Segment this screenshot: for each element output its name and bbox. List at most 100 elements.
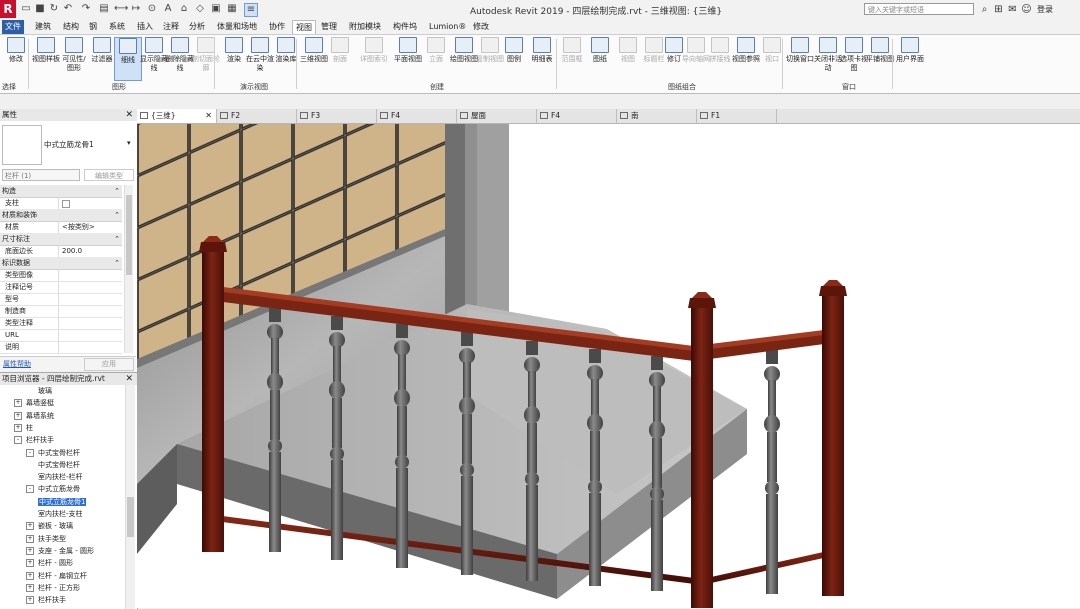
tag-icon[interactable]: ⊙	[146, 3, 158, 15]
tab-0[interactable]: 文件	[2, 20, 24, 34]
browser-item[interactable]: + 栏杆 - 扁钢立杆	[26, 570, 87, 582]
view-tab-6[interactable]: 南	[617, 109, 697, 123]
browser-item[interactable]: 室内扶栏-支柱	[38, 508, 83, 520]
ribbon-button-4[interactable]: 细线	[114, 37, 142, 81]
thin-lines-icon[interactable]: ≡	[244, 3, 258, 17]
ribbon-button-16[interactable]: 绘图视图	[450, 37, 478, 81]
tab-8[interactable]: 体量和场地	[214, 20, 260, 34]
tab-11[interactable]: 管理	[318, 20, 340, 34]
browser-item[interactable]: 室内扶栏-栏杆	[38, 471, 83, 483]
subscription-icon[interactable]: ⊞	[992, 3, 1005, 16]
switch-windows-icon[interactable]: ▦	[226, 3, 238, 15]
sync-icon[interactable]: ↻	[48, 3, 60, 15]
print-icon[interactable]: ▤	[98, 3, 110, 15]
properties-scrollbar[interactable]	[124, 185, 133, 353]
ribbon-button-14[interactable]: 平面视图	[394, 37, 422, 81]
browser-item[interactable]: - 栏杆扶手	[14, 434, 54, 446]
tab-9[interactable]: 协作	[266, 20, 288, 34]
expand-icon[interactable]: +	[26, 559, 34, 568]
edit-type-button[interactable]: 编辑类型	[84, 169, 134, 181]
browser-scrollbar[interactable]	[125, 385, 135, 609]
view-tab-0[interactable]: {三维} ✕	[137, 109, 217, 123]
tab-3[interactable]: 钢	[86, 20, 100, 34]
close-icon[interactable]: ✕	[125, 109, 133, 121]
close-icon[interactable]: ✕	[205, 109, 212, 123]
browser-item[interactable]: 中式宝骨栏杆	[38, 459, 80, 471]
ribbon-button-33[interactable]: 用户界面	[896, 37, 924, 81]
revit-logo-icon[interactable]: R	[0, 0, 16, 18]
expand-icon[interactable]: +	[14, 399, 22, 408]
section-icon[interactable]: ◇	[194, 3, 206, 15]
ribbon-button-13[interactable]: 详图索引	[360, 37, 388, 81]
expand-icon[interactable]: +	[26, 583, 34, 592]
tab-13[interactable]: 构件坞	[390, 20, 420, 34]
tab-10[interactable]: 视图	[292, 20, 316, 34]
3d-scene[interactable]	[137, 124, 1080, 608]
ribbon-button-7[interactable]: 剖切面轮廓	[192, 37, 220, 81]
ribbon-button-20[interactable]: 范围框	[558, 37, 586, 81]
ribbon-button-30[interactable]: 关闭非活动	[814, 37, 842, 81]
view-tab-4[interactable]: 屋面	[457, 109, 537, 123]
open-icon[interactable]: ▭	[20, 3, 32, 15]
ribbon-button-18[interactable]: 图例	[500, 37, 528, 81]
save-icon[interactable]: ■	[34, 3, 46, 15]
material-value[interactable]: <按类别>	[58, 221, 118, 233]
tab-2[interactable]: 结构	[60, 20, 82, 34]
tab-5[interactable]: 插入	[134, 20, 156, 34]
tab-6[interactable]: 注释	[160, 20, 182, 34]
ribbon-button-5[interactable]: 显示隐藏线	[140, 37, 168, 81]
tab-14[interactable]: Lumion®	[426, 20, 469, 34]
ribbon-button-3[interactable]: 过滤器	[88, 37, 116, 81]
3d-view-icon[interactable]: ⌂	[178, 3, 190, 15]
ribbon-button-1[interactable]: 视图样板	[32, 37, 60, 81]
ribbon-button-19[interactable]: 明细表	[528, 37, 556, 81]
view-tab-5[interactable]: F4	[537, 109, 617, 123]
instance-selector[interactable]: 栏杆 (1)	[2, 169, 80, 181]
browser-item[interactable]: + 扶手类型	[26, 533, 66, 545]
properties-help-link[interactable]: 属性帮助	[3, 359, 31, 369]
ribbon-button-29[interactable]: 切换窗口	[786, 37, 814, 81]
browser-item[interactable]: + 栏杆 - 圆形	[26, 557, 73, 569]
view-tab-2[interactable]: F3	[297, 109, 377, 123]
tab-1[interactable]: 建筑	[32, 20, 54, 34]
browser-item[interactable]: - 中式宝骨栏杆	[26, 447, 80, 459]
tab-4[interactable]: 系统	[106, 20, 128, 34]
expand-icon[interactable]: +	[26, 522, 34, 531]
collapse-icon[interactable]: -	[26, 448, 34, 457]
ribbon-button-2[interactable]: 可见性/图形	[60, 37, 88, 81]
measure-icon[interactable]: ⟷	[114, 3, 128, 15]
browser-item[interactable]: 玻璃	[38, 385, 52, 397]
ribbon-button-31[interactable]: 选项卡视图	[840, 37, 868, 81]
ribbon-button-12[interactable]: 剖面	[326, 37, 354, 81]
ribbon-button-8[interactable]: 渲染	[220, 37, 248, 81]
type-dropdown-icon[interactable]: ▾	[127, 139, 131, 147]
expand-icon[interactable]: +	[14, 411, 22, 420]
search-input[interactable]: 键入关键字或短语	[864, 3, 974, 15]
view-tab-1[interactable]: F2	[217, 109, 297, 123]
ribbon-button-26[interactable]: 拼接线	[706, 37, 734, 81]
browser-item[interactable]: + 栏杆 - 正方形	[26, 582, 80, 594]
login-button[interactable]: 登录	[1037, 4, 1053, 15]
dimension-icon[interactable]: ↦	[130, 3, 142, 15]
view-tab-7[interactable]: F1	[697, 109, 777, 123]
browser-item[interactable]: + 幕墙竖梃	[14, 397, 54, 409]
3d-viewport[interactable]	[137, 124, 1080, 608]
close-icon[interactable]: ✕	[125, 373, 133, 385]
expand-icon[interactable]: +	[26, 546, 34, 555]
communication-icon[interactable]: ✉	[1006, 3, 1019, 16]
binoculars-icon[interactable]: ⌕	[978, 3, 991, 16]
ribbon-button-6[interactable]: 删除隐藏线	[166, 37, 194, 81]
collapse-icon[interactable]: -	[26, 485, 34, 494]
browser-item[interactable]: + 幕墙系统	[14, 410, 54, 422]
ribbon-button-22[interactable]: 视图	[614, 37, 642, 81]
browser-item[interactable]: 中式立筋龙骨1	[38, 496, 87, 508]
undo-icon[interactable]: ↶	[62, 3, 74, 15]
tab-7[interactable]: 分析	[186, 20, 208, 34]
close-hidden-icon[interactable]: ▣	[210, 3, 222, 15]
ribbon-button-11[interactable]: 三维视图	[300, 37, 328, 81]
base-offset-value[interactable]: 200.0	[58, 245, 118, 257]
browser-item[interactable]: + 嵌板 - 玻璃	[26, 520, 73, 532]
expand-icon[interactable]: +	[26, 596, 34, 605]
collapse-icon[interactable]: -	[14, 436, 22, 445]
browser-item[interactable]: + 柱	[14, 422, 33, 434]
